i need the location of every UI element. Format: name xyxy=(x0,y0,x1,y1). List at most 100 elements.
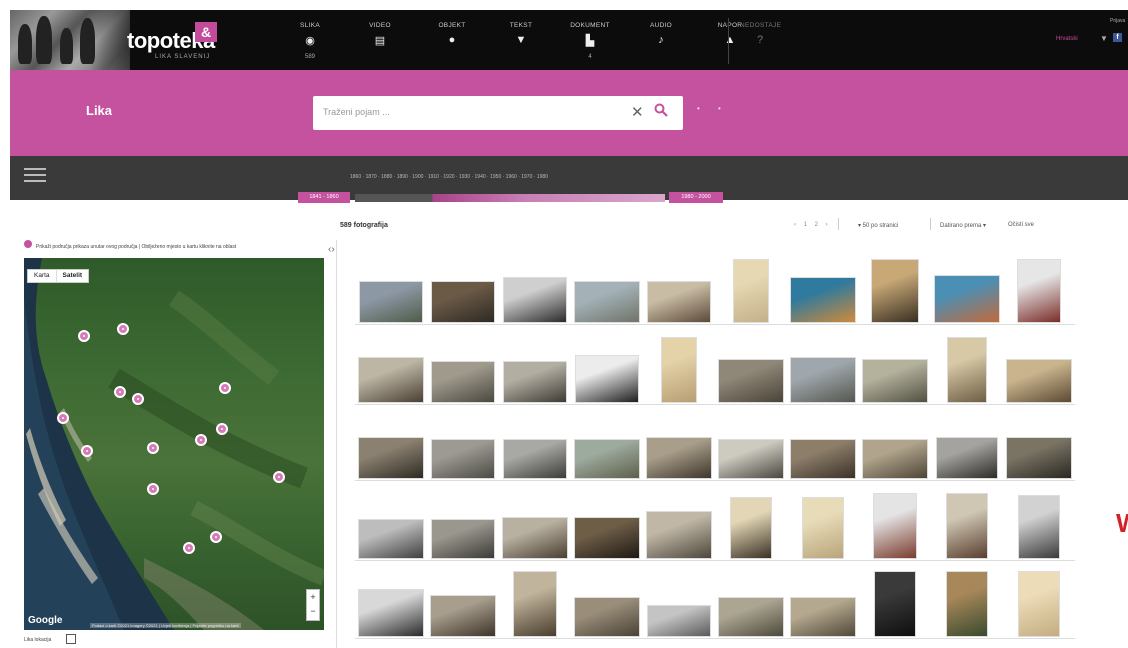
nav-item-dokument[interactable]: DOKUMENT ▙ 4 xyxy=(555,10,625,70)
photo-thumbnail[interactable] xyxy=(576,356,638,402)
clear-icon[interactable]: ✕ xyxy=(631,103,644,121)
facebook-icon[interactable]: f xyxy=(1113,33,1122,42)
photo-thumbnail[interactable] xyxy=(504,278,566,322)
photo-thumbnail[interactable] xyxy=(575,598,639,636)
zoom-in-button[interactable]: + xyxy=(307,590,319,604)
map-marker[interactable] xyxy=(216,423,228,436)
photo-thumbnail[interactable] xyxy=(647,512,711,558)
photo-thumbnail[interactable] xyxy=(662,338,696,402)
map-checkbox[interactable] xyxy=(66,634,76,644)
photo-thumbnail[interactable] xyxy=(514,572,556,636)
map-marker[interactable] xyxy=(147,482,159,495)
per-page-select[interactable]: ▾ 50 po stranici xyxy=(858,222,898,229)
photo-thumbnail[interactable] xyxy=(575,440,639,478)
photo-thumbnail[interactable] xyxy=(504,362,566,402)
map-note: Prikaži područja prikaza unutar ovog pod… xyxy=(36,244,237,250)
photo-thumbnail[interactable] xyxy=(359,358,423,402)
panel-divider xyxy=(336,240,337,648)
photo-thumbnail[interactable] xyxy=(791,440,855,478)
nav-count: 4 xyxy=(588,54,592,60)
expand-map-icon[interactable]: ‹› xyxy=(328,244,335,255)
result-count: 589 fotografija xyxy=(340,222,388,229)
nav-label: VIDEO xyxy=(369,22,391,29)
photo-thumbnail[interactable] xyxy=(1019,496,1059,558)
map-marker[interactable] xyxy=(78,330,90,343)
photo-thumbnail[interactable] xyxy=(1007,438,1071,478)
pagination[interactable]: ‹ 1 2 › xyxy=(794,222,831,228)
photo-thumbnail[interactable] xyxy=(648,282,710,322)
clear-all-button[interactable]: Očisti sve xyxy=(1008,222,1034,228)
watermark: W xyxy=(1116,508,1128,539)
search-input[interactable]: Traženi pojam ... xyxy=(323,107,390,117)
map-marker[interactable] xyxy=(114,385,126,398)
photo-thumbnail[interactable] xyxy=(431,596,495,636)
map-toggle-satellite[interactable]: Satelit xyxy=(55,270,89,282)
photo-thumbnail[interactable] xyxy=(432,362,494,402)
photo-thumbnail[interactable] xyxy=(575,282,639,322)
photo-thumbnail[interactable] xyxy=(791,358,855,402)
photo-thumbnail[interactable] xyxy=(947,572,987,636)
photo-thumbnail[interactable] xyxy=(863,360,927,402)
nav-item-tekst[interactable]: TEKST ▼ xyxy=(486,10,556,70)
map-marker[interactable] xyxy=(117,322,129,335)
map-attribution[interactable]: Podaci o karti ©2021 Imagery ©2021 | Uvj… xyxy=(90,623,241,628)
map-marker[interactable] xyxy=(147,441,159,454)
timeline-start-handle[interactable]: 1841 - 1860 xyxy=(298,192,350,203)
photo-thumbnail[interactable] xyxy=(719,360,783,402)
nav-item-audio[interactable]: AUDIO ♪ xyxy=(626,10,696,70)
photo-thumbnail[interactable] xyxy=(1007,360,1071,402)
photo-thumbnail[interactable] xyxy=(872,260,918,322)
map-toggle-map[interactable]: Karta xyxy=(28,270,56,282)
text-icon: ▼ xyxy=(515,34,527,46)
photo-thumbnail[interactable] xyxy=(504,440,566,478)
photo-thumbnail[interactable] xyxy=(935,276,999,322)
map-view[interactable] xyxy=(24,258,324,630)
timeline-end-handle[interactable]: 1980 - 2000 xyxy=(669,192,723,203)
nav-item-nedostaje[interactable]: NEDOSTAJE? xyxy=(740,10,781,70)
photo-thumbnail[interactable] xyxy=(731,498,771,558)
photo-thumbnail[interactable] xyxy=(647,438,711,478)
logo-badge[interactable]: & xyxy=(195,22,217,42)
photo-thumbnail[interactable] xyxy=(937,438,997,478)
photo-thumbnail[interactable] xyxy=(863,440,927,478)
photo-thumbnail[interactable] xyxy=(803,498,843,558)
photo-thumbnail[interactable] xyxy=(719,440,783,478)
map-type-toggle: Karta Satelit xyxy=(27,269,90,283)
search-options[interactable]: • • xyxy=(697,104,729,113)
photo-thumbnail[interactable] xyxy=(734,260,768,322)
photo-thumbnail[interactable] xyxy=(360,282,422,322)
film-icon: ▤ xyxy=(374,35,386,47)
user-icon[interactable]: ▼ xyxy=(1100,34,1108,43)
photo-thumbnail[interactable] xyxy=(875,572,915,636)
photo-thumbnail[interactable] xyxy=(1018,260,1060,322)
magnifier-icon xyxy=(654,103,668,117)
photo-thumbnail[interactable] xyxy=(359,520,423,558)
map-marker[interactable] xyxy=(210,531,222,543)
language-selector[interactable]: Hrvatski xyxy=(1056,36,1078,42)
photo-thumbnail[interactable] xyxy=(719,598,783,636)
sort-select[interactable]: Datirano prema ▾ xyxy=(940,222,986,229)
photo-thumbnail[interactable] xyxy=(948,338,986,402)
zoom-out-button[interactable]: − xyxy=(307,604,319,618)
map-marker[interactable] xyxy=(57,411,69,424)
nav-item-slika[interactable]: SLIKA ◉ 589 xyxy=(275,10,345,70)
photo-thumbnail[interactable] xyxy=(791,598,855,636)
photo-thumbnail[interactable] xyxy=(432,282,494,322)
photo-thumbnail[interactable] xyxy=(432,520,494,558)
nav-item-objekt[interactable]: OBJEKT ● xyxy=(417,10,487,70)
photo-thumbnail[interactable] xyxy=(359,438,423,478)
photo-thumbnail[interactable] xyxy=(359,590,423,636)
search-icon[interactable] xyxy=(654,103,668,121)
photo-thumbnail[interactable] xyxy=(575,518,639,558)
login-link[interactable]: Prijava xyxy=(1110,18,1125,24)
photo-thumbnail[interactable] xyxy=(1019,572,1059,636)
photo-thumbnail[interactable] xyxy=(947,494,987,558)
timeline-slider[interactable] xyxy=(355,194,665,202)
search-box: Traženi pojam ... ✕ xyxy=(313,96,683,130)
nav-item-video[interactable]: VIDEO ▤ xyxy=(345,10,415,70)
photo-thumbnail[interactable] xyxy=(791,278,855,322)
photo-thumbnail[interactable] xyxy=(648,606,710,636)
photo-thumbnail[interactable] xyxy=(874,494,916,558)
photo-thumbnail[interactable] xyxy=(432,440,494,478)
photo-thumbnail[interactable] xyxy=(503,518,567,558)
